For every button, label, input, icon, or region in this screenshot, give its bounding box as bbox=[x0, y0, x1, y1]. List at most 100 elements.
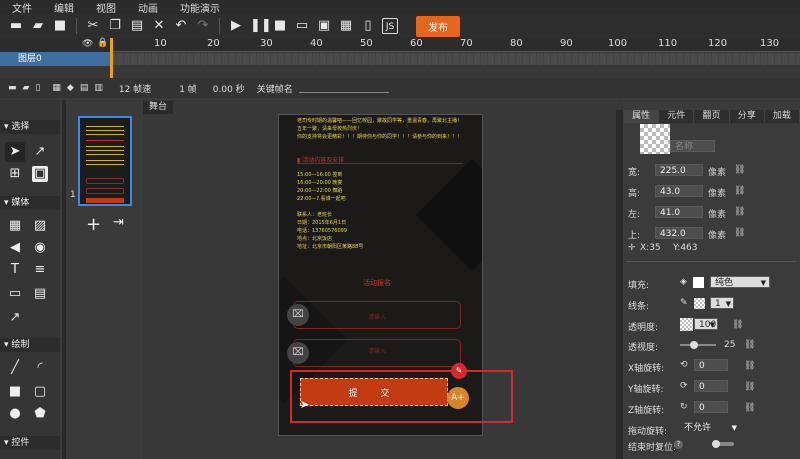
js-icon[interactable]: JS bbox=[382, 18, 398, 34]
link-icon[interactable]: ⛓ bbox=[734, 186, 745, 196]
pen-icon[interactable]: ✎ bbox=[680, 298, 688, 308]
undo-icon[interactable]: ↶ bbox=[173, 18, 189, 34]
fill-mode-select[interactable]: 纯色 ▼ bbox=[710, 276, 770, 288]
perspective-slider-knob[interactable] bbox=[690, 341, 698, 349]
eye-icon[interactable]: 👁 bbox=[82, 39, 93, 49]
video-icon[interactable]: ◉ bbox=[32, 240, 48, 256]
group-icon[interactable]: ▣ bbox=[32, 166, 48, 182]
audio-icon[interactable]: ◀ bbox=[7, 240, 23, 256]
import-page-icon[interactable]: ⇥ bbox=[113, 215, 124, 230]
path-select-icon[interactable]: ↗ bbox=[32, 144, 48, 160]
trash-icon[interactable]: ▯ bbox=[35, 83, 40, 93]
html-icon[interactable]: ▦ bbox=[338, 18, 354, 34]
tab-components[interactable]: 元件 bbox=[659, 110, 695, 123]
rounded-rect-icon[interactable]: ▢ bbox=[32, 384, 48, 400]
keyframe-name-input[interactable] bbox=[298, 83, 389, 93]
new-file-icon[interactable]: ▬ bbox=[8, 18, 24, 34]
publish-button[interactable]: 发布 bbox=[416, 15, 460, 37]
link-icon[interactable]: ⛓ bbox=[744, 382, 755, 392]
z-rotate-field[interactable]: 0 bbox=[694, 401, 728, 413]
arrow-select-icon[interactable]: ➤ bbox=[7, 144, 23, 160]
slideshow-icon[interactable]: ▭ bbox=[7, 286, 23, 302]
link-icon[interactable]: ⛓ bbox=[734, 228, 745, 238]
preview-icon[interactable]: ▭ bbox=[294, 18, 310, 34]
transform-icon[interactable]: ⊞ bbox=[7, 166, 23, 182]
insert-frame-icon[interactable]: ▦ bbox=[52, 83, 61, 93]
screen-icon[interactable]: ▣ bbox=[316, 18, 332, 34]
menu-view[interactable]: 视图 bbox=[96, 0, 116, 15]
rectangle-icon[interactable]: ■ bbox=[7, 384, 23, 400]
stage-scrollbar[interactable] bbox=[616, 110, 623, 459]
reset-toggle-knob[interactable] bbox=[712, 440, 720, 448]
signup-input-2[interactable]: 请输入 bbox=[293, 339, 461, 367]
add-page-icon[interactable]: + bbox=[86, 214, 101, 235]
paragraph-icon[interactable]: ≡ bbox=[32, 262, 48, 278]
section-draw[interactable]: ▾ 绘制 bbox=[0, 338, 60, 352]
playhead[interactable] bbox=[110, 38, 113, 78]
fill-bucket-icon[interactable]: ◈ bbox=[680, 277, 687, 287]
opacity-select[interactable]: 100 ▼ bbox=[694, 318, 718, 330]
stop-icon[interactable]: ■ bbox=[272, 18, 288, 34]
page-thumbnail[interactable] bbox=[78, 116, 132, 206]
perspective-slider[interactable] bbox=[680, 344, 716, 346]
width-field[interactable]: 225.0 bbox=[655, 164, 703, 176]
menu-file[interactable]: 文件 bbox=[12, 0, 32, 15]
curve-icon[interactable]: ◜ bbox=[32, 360, 48, 376]
save-icon[interactable]: ■ bbox=[52, 18, 68, 34]
lock-icon[interactable]: 🔒 bbox=[97, 38, 108, 48]
name-field[interactable]: 名称 bbox=[670, 140, 715, 152]
section-media[interactable]: ▾ 媒体 bbox=[0, 196, 60, 210]
help-icon[interactable]: ? bbox=[674, 440, 683, 449]
top-field[interactable]: 432.0 bbox=[655, 227, 703, 239]
tool-panel-scrollbar[interactable] bbox=[62, 100, 66, 459]
menu-edit[interactable]: 编辑 bbox=[54, 0, 74, 15]
copy-icon[interactable]: ❐ bbox=[107, 18, 123, 34]
stroke-width-select[interactable]: 1 ▼ bbox=[710, 297, 734, 309]
insert-keyframe-icon[interactable]: ◆ bbox=[67, 83, 74, 93]
play-icon[interactable]: ▶ bbox=[228, 18, 244, 34]
tab-share[interactable]: 分享 bbox=[729, 110, 765, 123]
redo-icon[interactable]: ↷ bbox=[195, 18, 211, 34]
remove-frame-icon[interactable]: ▤ bbox=[80, 83, 89, 93]
timeline-ruler[interactable]: 10 20 30 40 50 60 70 80 90 100 110 120 1… bbox=[110, 38, 800, 52]
add-layer-icon[interactable]: ▬ bbox=[8, 83, 17, 93]
stage-tab[interactable]: 舞台 bbox=[143, 101, 174, 114]
stroke-color-swatch[interactable] bbox=[694, 298, 705, 309]
drag-rotate-select[interactable]: 不允许 ▼ bbox=[680, 422, 740, 434]
code-icon[interactable]: ▤ bbox=[32, 286, 48, 302]
section-control[interactable]: ▾ 控件 bbox=[0, 436, 60, 450]
input-component-icon[interactable]: ⌧ bbox=[287, 304, 309, 326]
link-icon[interactable]: ⛓ bbox=[744, 403, 755, 413]
layer-item[interactable]: 图层0 bbox=[0, 52, 110, 66]
delete-handle-icon[interactable]: ✎ bbox=[451, 363, 467, 379]
text-icon[interactable]: T bbox=[7, 262, 23, 278]
signup-input-1[interactable]: 请输入 bbox=[293, 301, 461, 329]
frame-track[interactable] bbox=[110, 53, 800, 65]
grid-icon[interactable]: ▦ bbox=[7, 218, 23, 234]
tab-paging[interactable]: 翻页 bbox=[694, 110, 730, 123]
link-icon[interactable]: ⛓ bbox=[734, 165, 745, 175]
clear-frame-icon[interactable]: ▥ bbox=[94, 83, 103, 93]
y-rotate-field[interactable]: 0 bbox=[694, 380, 728, 392]
folder-icon[interactable]: ▰ bbox=[23, 83, 30, 93]
chart-icon[interactable]: ↗ bbox=[7, 310, 23, 326]
x-rotate-field[interactable]: 0 bbox=[694, 359, 728, 371]
line-icon[interactable]: ╱ bbox=[7, 360, 23, 376]
link-icon[interactable]: ⛓ bbox=[732, 320, 743, 330]
mobile-icon[interactable]: ▯ bbox=[360, 18, 376, 34]
input-component-icon[interactable]: ⌧ bbox=[287, 342, 309, 364]
image-icon[interactable]: ▨ bbox=[32, 218, 48, 234]
paste-icon[interactable]: ▤ bbox=[129, 18, 145, 34]
link-icon[interactable]: ⛓ bbox=[744, 361, 755, 371]
tab-loading[interactable]: 加载 bbox=[764, 110, 800, 123]
fill-color-swatch[interactable] bbox=[693, 277, 704, 288]
add-text-icon[interactable]: A+ bbox=[447, 387, 469, 409]
left-field[interactable]: 41.0 bbox=[655, 206, 703, 218]
open-folder-icon[interactable]: ▰ bbox=[30, 18, 46, 34]
height-field[interactable]: 43.0 bbox=[655, 185, 703, 197]
link-icon[interactable]: ⛓ bbox=[744, 340, 755, 350]
menu-demo[interactable]: 功能演示 bbox=[180, 0, 220, 15]
pause-icon[interactable]: ❚❚ bbox=[250, 18, 272, 34]
polygon-icon[interactable]: ⬟ bbox=[32, 406, 48, 422]
cut-icon[interactable]: ✂ bbox=[85, 18, 101, 34]
